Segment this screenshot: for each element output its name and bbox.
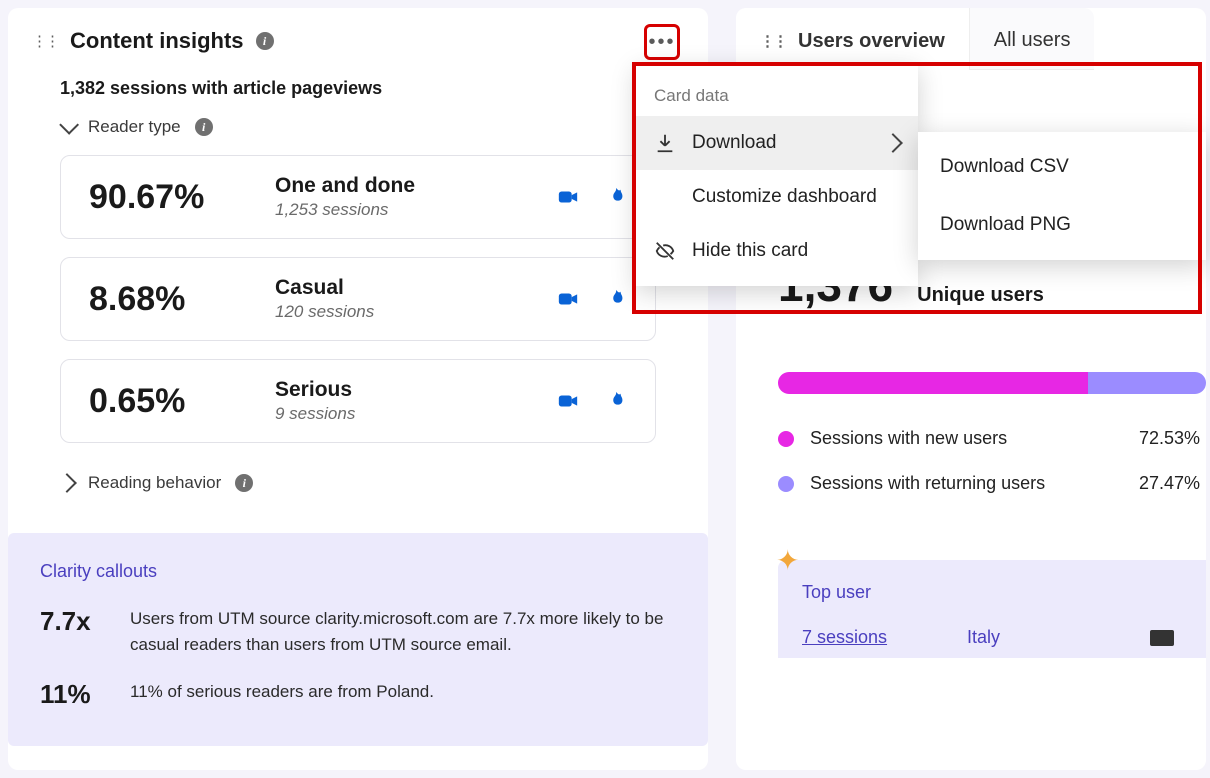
top-user-row: 7 sessions Italy bbox=[802, 627, 1182, 648]
legend-label: Sessions with new users bbox=[810, 428, 1123, 449]
reader-icons bbox=[557, 186, 627, 208]
tabs: ⋮⋮ Users overview All users bbox=[736, 8, 1206, 70]
info-icon[interactable]: i bbox=[235, 474, 253, 492]
flame-icon[interactable] bbox=[605, 390, 627, 412]
reader-label-wrap: Casual 120 sessions bbox=[275, 276, 531, 322]
menu-section-label: Card data bbox=[636, 72, 918, 116]
video-icon[interactable] bbox=[557, 390, 579, 412]
reader-row[interactable]: 90.67% One and done 1,253 sessions bbox=[60, 155, 656, 239]
blank-icon bbox=[654, 186, 676, 208]
menu-item-download[interactable]: Download bbox=[636, 116, 918, 170]
top-user-title: Top user bbox=[802, 582, 1182, 603]
tab-users-overview[interactable]: ⋮⋮ Users overview bbox=[736, 8, 969, 70]
menu-item-customize[interactable]: Customize dashboard bbox=[636, 170, 918, 224]
reader-pct: 8.68% bbox=[89, 280, 249, 319]
legend-row[interactable]: Sessions with returning users 27.47% bbox=[778, 473, 1206, 494]
callout-text: Users from UTM source clarity.microsoft.… bbox=[130, 606, 676, 657]
flag-icon bbox=[1150, 630, 1174, 646]
reader-pct: 90.67% bbox=[89, 178, 249, 217]
card-header: ⋮⋮ Content insights i bbox=[32, 28, 684, 54]
card-menu: Card data Download Customize dashboard H… bbox=[636, 64, 918, 286]
menu-item-label: Hide this card bbox=[692, 240, 808, 262]
menu-item-label: Download bbox=[692, 132, 777, 154]
hide-icon bbox=[654, 240, 676, 262]
submenu-item-csv[interactable]: Download CSV bbox=[918, 138, 1206, 196]
sessions-bar bbox=[778, 372, 1206, 394]
bar-segment-new bbox=[778, 372, 1088, 394]
chevron-right-icon bbox=[883, 133, 903, 153]
top-user-card: ✦ Top user 7 sessions Italy bbox=[778, 560, 1206, 658]
legend-label: Sessions with returning users bbox=[810, 473, 1123, 494]
callout-row: 7.7x Users from UTM source clarity.micro… bbox=[40, 606, 676, 657]
reader-label: Serious bbox=[275, 378, 531, 402]
legend-row[interactable]: Sessions with new users 72.53% bbox=[778, 428, 1206, 449]
clarity-callouts-panel: Clarity callouts 7.7x Users from UTM sou… bbox=[8, 533, 708, 746]
unique-users-label: Unique users bbox=[917, 284, 1044, 307]
download-icon bbox=[654, 132, 676, 154]
callout-row: 11% 11% of serious readers are from Pola… bbox=[40, 679, 676, 710]
reader-label-wrap: Serious 9 sessions bbox=[275, 378, 531, 424]
info-icon[interactable]: i bbox=[256, 32, 274, 50]
reader-type-toggle[interactable]: Reader type i bbox=[60, 117, 684, 137]
reader-row[interactable]: 0.65% Serious 9 sessions bbox=[60, 359, 656, 443]
flame-icon[interactable] bbox=[605, 186, 627, 208]
menu-item-hide[interactable]: Hide this card bbox=[636, 224, 918, 278]
tab-label: All users bbox=[994, 29, 1071, 52]
drag-handle-icon[interactable]: ⋮⋮ bbox=[32, 32, 58, 50]
callouts-title: Clarity callouts bbox=[40, 561, 676, 582]
sessions-heading: 1,382 sessions with article pageviews bbox=[60, 78, 684, 99]
top-user-country: Italy bbox=[967, 627, 1000, 648]
reader-type-label: Reader type bbox=[88, 117, 181, 137]
content-insights-card: ⋮⋮ Content insights i ••• 1,382 sessions… bbox=[8, 8, 708, 770]
callout-number: 7.7x bbox=[40, 606, 104, 637]
reader-icons bbox=[557, 390, 627, 412]
top-user-sessions-link[interactable]: 7 sessions bbox=[802, 627, 887, 648]
flame-icon[interactable] bbox=[605, 288, 627, 310]
reader-sub: 120 sessions bbox=[275, 302, 531, 322]
video-icon[interactable] bbox=[557, 186, 579, 208]
drag-handle-icon[interactable]: ⋮⋮ bbox=[760, 32, 786, 50]
legend-value: 27.47% bbox=[1139, 473, 1206, 494]
reader-label-wrap: One and done 1,253 sessions bbox=[275, 174, 531, 220]
callout-number: 11% bbox=[40, 679, 104, 710]
legend-dot-icon bbox=[778, 476, 794, 492]
card-title: Content insights bbox=[70, 28, 244, 54]
legend-dot-icon bbox=[778, 431, 794, 447]
submenu-item-png[interactable]: Download PNG bbox=[918, 196, 1206, 254]
tab-label: Users overview bbox=[798, 30, 945, 53]
reader-row[interactable]: 8.68% Casual 120 sessions bbox=[60, 257, 656, 341]
bar-segment-returning bbox=[1088, 372, 1206, 394]
video-icon[interactable] bbox=[557, 288, 579, 310]
download-submenu: Download CSV Download PNG bbox=[918, 132, 1206, 260]
chevron-right-icon bbox=[57, 473, 77, 493]
reading-behavior-toggle[interactable]: Reading behavior i bbox=[60, 473, 684, 493]
card-more-button[interactable]: ••• bbox=[644, 24, 680, 60]
menu-item-label: Customize dashboard bbox=[692, 186, 877, 208]
reader-sub: 1,253 sessions bbox=[275, 200, 531, 220]
card-title-wrap: ⋮⋮ Content insights i bbox=[32, 28, 274, 54]
reader-pct: 0.65% bbox=[89, 382, 249, 421]
tab-all-users[interactable]: All users bbox=[969, 8, 1095, 70]
reader-icons bbox=[557, 288, 627, 310]
legend-value: 72.53% bbox=[1139, 428, 1206, 449]
reader-label: One and done bbox=[275, 174, 531, 198]
info-icon[interactable]: i bbox=[195, 118, 213, 136]
reading-behavior-label: Reading behavior bbox=[88, 473, 221, 493]
callout-text: 11% of serious readers are from Poland. bbox=[130, 679, 434, 705]
reader-sub: 9 sessions bbox=[275, 404, 531, 424]
sparkle-icon: ✦ bbox=[776, 544, 799, 577]
reader-label: Casual bbox=[275, 276, 531, 300]
chevron-down-icon bbox=[59, 115, 79, 135]
